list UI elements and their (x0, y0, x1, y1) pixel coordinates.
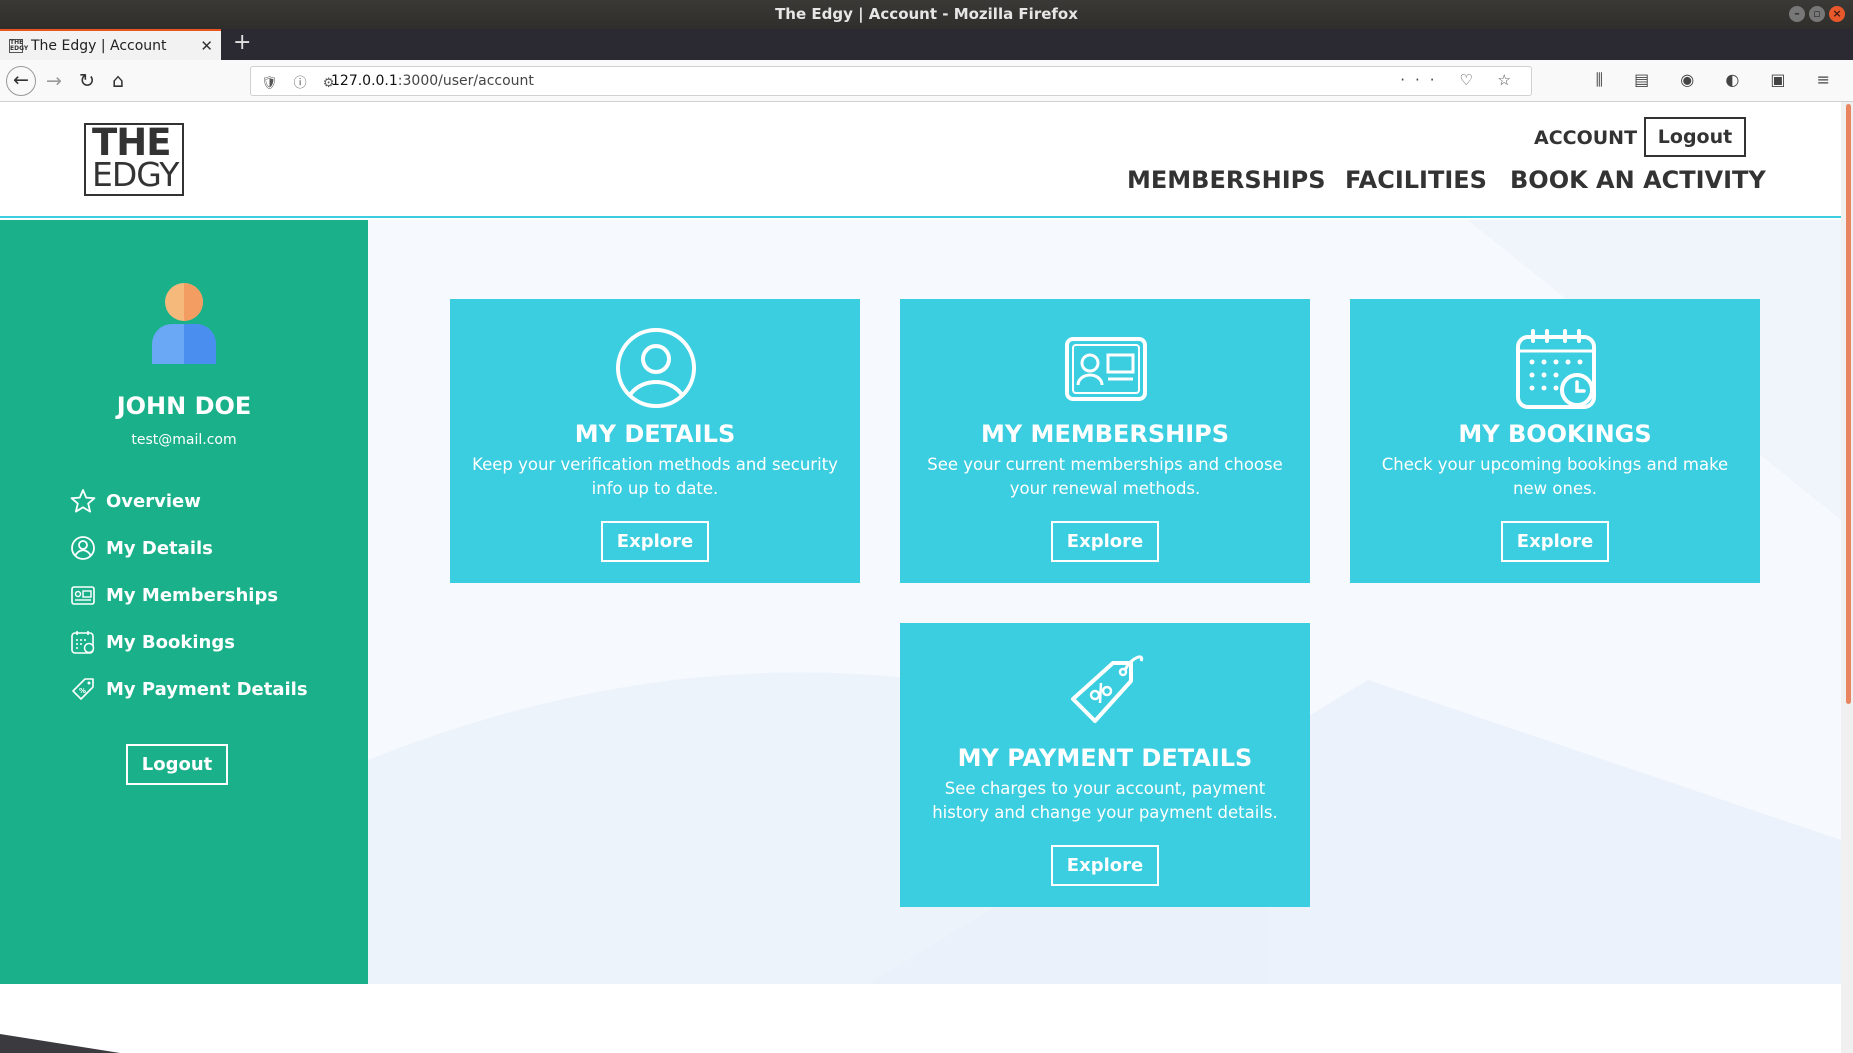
star-icon (70, 488, 96, 514)
window-titlebar: The Edgy | Account - Mozilla Firefox – ▫… (0, 0, 1853, 29)
card-title: MY DETAILS (574, 420, 736, 448)
tab-title: The Edgy | Account (31, 37, 167, 54)
tab-strip: THE EDGY The Edgy | Account ✕ + (0, 29, 1853, 60)
card-my-details: MY DETAILS Keep your verification method… (450, 299, 860, 583)
user-avatar-icon (152, 283, 216, 364)
card-description: See charges to your account, payment his… (932, 779, 1278, 822)
user-email: test@mail.com (131, 432, 237, 448)
sidebar-item-my-bookings[interactable]: My Bookings (70, 627, 235, 657)
nav-book-an-activity[interactable]: BOOK AN ACTIVITY (1510, 166, 1766, 194)
site-logo[interactable]: THE EDGY (84, 123, 184, 196)
nav-memberships[interactable]: MEMBERSHIPS (1127, 166, 1326, 194)
explore-my-memberships-button[interactable]: Explore (1051, 521, 1159, 562)
sidebar-item-my-details[interactable]: My Details (70, 533, 213, 563)
page-actions-icon[interactable]: ··· ♡ ☆ (1400, 71, 1521, 89)
card-title: MY BOOKINGS (1458, 420, 1652, 448)
header-logout-button[interactable]: Logout (1644, 117, 1746, 157)
explore-my-details-button[interactable]: Explore (601, 521, 709, 562)
account-main: MY DETAILS Keep your verification method… (368, 220, 1841, 984)
footer-decoration (0, 1034, 120, 1053)
forward-icon[interactable]: → (40, 67, 68, 95)
sidebar-item-my-memberships[interactable]: My Memberships (70, 580, 278, 610)
window-title: The Edgy | Account - Mozilla Firefox (775, 5, 1078, 23)
tab-close-icon[interactable]: ✕ (200, 37, 213, 55)
home-icon[interactable]: ⌂ (104, 67, 132, 95)
page-footer-area (0, 984, 1841, 1053)
site-info-icon[interactable]: 🛡 ⓘ ⚙ (261, 72, 340, 91)
sidebar-item-label: My Bookings (106, 631, 235, 653)
close-icon[interactable]: × (1829, 6, 1845, 22)
explore-my-bookings-button[interactable]: Explore (1501, 521, 1609, 562)
card-my-memberships: MY MEMBERSHIPS See your current membersh… (900, 299, 1310, 583)
sidebar-item-label: My Details (106, 537, 213, 559)
back-icon[interactable]: ← (6, 66, 36, 96)
browser-toolbar: ← → ↻ ⌂ 🛡 ⓘ ⚙ 127.0.0.1:3000/user/accoun… (0, 60, 1853, 102)
card-description: Keep your verification methods and secur… (472, 455, 838, 498)
explore-my-payment-details-button[interactable]: Explore (1051, 845, 1159, 886)
toolbar-extensions-icon[interactable]: ⫼ ▤ ◉ ◐ ▣ ≡ (1596, 70, 1843, 90)
sidebar-item-label: My Memberships (106, 584, 279, 606)
browser-tab[interactable]: THE EDGY The Edgy | Account ✕ (0, 29, 221, 60)
card-title: MY MEMBERSHIPS (980, 420, 1230, 448)
page-scrollbar[interactable] (1841, 102, 1853, 1053)
id-card-icon (1065, 337, 1147, 401)
account-sidebar: JOHN DOE test@mail.com Overview My Detai… (0, 220, 368, 984)
card-my-payment-details: MY PAYMENT DETAILS See charges to your a… (900, 623, 1310, 907)
user-circle-icon (616, 328, 696, 408)
url-text[interactable]: 127.0.0.1:3000/user/account (331, 73, 534, 89)
new-tab-icon[interactable]: + (233, 31, 251, 55)
user-name: JOHN DOE (116, 392, 252, 420)
price-tag-icon (1071, 655, 1144, 723)
favicon-icon: THE EDGY (9, 38, 29, 53)
card-description: See your current memberships and choose … (927, 455, 1283, 498)
id-card-icon (70, 582, 96, 608)
sidebar-item-overview[interactable]: Overview (70, 486, 201, 516)
nav-facilities[interactable]: FACILITIES (1345, 166, 1487, 194)
user-circle-icon (70, 535, 96, 561)
card-my-bookings: MY BOOKINGS Check your upcoming bookings… (1350, 299, 1760, 583)
maximize-icon[interactable]: ▫ (1809, 6, 1825, 22)
minimize-icon[interactable]: – (1789, 6, 1805, 22)
page-viewport: THE EDGY ACCOUNT Logout MEMBERSHIPS FACI… (0, 102, 1841, 1053)
sidebar-logout-button[interactable]: Logout (126, 744, 228, 785)
price-tag-icon: % (70, 676, 96, 702)
card-title: MY PAYMENT DETAILS (957, 744, 1253, 772)
site-header: THE EDGY ACCOUNT Logout MEMBERSHIPS FACI… (0, 102, 1841, 218)
card-description: Check your upcoming bookings and make ne… (1381, 455, 1729, 498)
reload-icon[interactable]: ↻ (73, 67, 101, 95)
calendar-icon (70, 629, 96, 655)
url-bar[interactable]: 🛡 ⓘ ⚙ 127.0.0.1:3000/user/account ··· ♡ … (250, 66, 1532, 96)
calendar-icon (1516, 329, 1596, 409)
account-link[interactable]: ACCOUNT (1534, 127, 1637, 149)
scrollbar-thumb[interactable] (1846, 104, 1851, 704)
sidebar-item-label: My Payment Details (106, 678, 308, 700)
logo-line-2: EDGY (92, 155, 179, 194)
sidebar-item-my-payment-details[interactable]: % My Payment Details (70, 674, 308, 704)
svg-text:%: % (79, 687, 86, 695)
sidebar-item-label: Overview (106, 490, 201, 512)
